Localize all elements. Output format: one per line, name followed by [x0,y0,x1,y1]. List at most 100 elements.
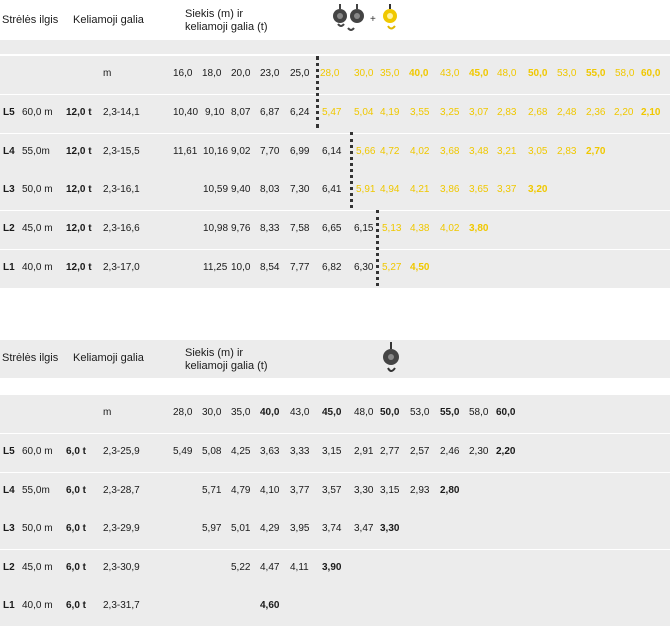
reach-value: 60,0 [496,407,516,418]
cell: 9,76 [231,223,251,234]
table1-row-L1: L1 40,0 m 12,0 t 2,3-17,0 11,25 10,0 8,5… [0,250,670,288]
reach-value: 50,0 [528,68,548,79]
pulley-hook-icon [383,342,399,372]
cell: 2,83 [497,107,517,118]
row-range: 2,3-17,0 [103,262,140,273]
cell: 3,95 [290,523,310,534]
table1-reach-row: m 16,0 18,0 20,0 23,0 25,0 28,0 30,0 35,… [0,56,670,94]
cell: 3,15 [322,446,342,457]
reach-value: 48,0 [354,407,374,418]
reach-value: 43,0 [290,407,310,418]
reach-value: 53,0 [557,68,577,79]
table2-reach-row: m 28,0 30,0 35,0 40,0 43,0 45,0 48,0 50,… [0,395,670,433]
table1-row-L2: L2 45,0 m 12,0 t 2,3-16,6 10,98 9,76 8,3… [0,211,670,249]
cell: 5,66 [356,146,376,157]
cell: 4,21 [410,184,430,195]
table1-row-L4: L4 55,0m 12,0 t 2,3-15,5 11,61 10,16 9,0… [0,134,670,172]
cell: 2,10 [641,107,661,118]
cell: 5,91 [356,184,376,195]
pulley-hook-icon [347,4,364,31]
plus-sign: + [370,14,376,25]
header-boom-length: Strėlės ilgis [2,352,59,364]
reach-value: 50,0 [380,407,400,418]
table2-row-L3: L3 50,0 m 6,0 t 2,3-29,9 5,97 5,01 4,29 … [0,511,670,549]
cell: 3,33 [290,446,310,457]
reach-value: 55,0 [586,68,606,79]
row-code: L5 [3,107,15,118]
cell: 9,40 [231,184,251,195]
cell: 7,77 [290,262,310,273]
cell: 3,05 [528,146,548,157]
reach-value: 58,0 [469,407,489,418]
row-code: L3 [3,523,15,534]
cell: 10,16 [203,146,229,157]
row-code: L4 [3,485,15,496]
boom-length: 55,0m [22,146,50,157]
cell: 3,55 [410,107,430,118]
reach-value: 25,0 [290,68,310,79]
cell: 5,97 [202,523,222,534]
cell: 4,79 [231,485,251,496]
cell: 4,94 [380,184,400,195]
row-code: L1 [3,262,15,273]
row-range: 2,3-28,7 [103,485,140,496]
cell: 6,65 [322,223,342,234]
cell: 6,30 [354,262,374,273]
cell: 5,01 [231,523,251,534]
reach-value: 28,0 [320,68,340,79]
reach-value: 28,0 [173,407,193,418]
cell: 4,11 [290,562,309,573]
row-load: 6,0 t [66,523,87,534]
unit-label: m [103,407,112,418]
reach-value: 18,0 [202,68,222,79]
cell: 3,57 [322,485,342,496]
cell: 3,30 [380,523,400,534]
cell: 6,99 [290,146,310,157]
cell: 4,25 [231,446,251,457]
cell: 7,58 [290,223,310,234]
cell: 11,25 [203,262,228,273]
boom-length: 45,0 m [22,223,53,234]
reach-value: 43,0 [440,68,460,79]
cell: 3,80 [469,223,489,234]
table2-row-L1: L1 40,0 m 6,0 t 2,3-31,7 4,60 [0,588,670,626]
cell: 5,49 [173,446,193,457]
dotted-separator [350,132,356,208]
row-code: L1 [3,600,15,611]
reach-value: 40,0 [260,407,280,418]
reach-value: 23,0 [260,68,280,79]
row-code: L5 [3,446,15,457]
reach-value: 30,0 [354,68,374,79]
cell: 5,22 [231,562,251,573]
reach-value: 40,0 [409,68,429,79]
cell: 3,77 [290,485,310,496]
cell: 5,04 [354,107,374,118]
table2-row-L4: L4 55,0m 6,0 t 2,3-28,7 5,71 4,79 4,10 3… [0,473,670,511]
boom-length: 40,0 m [22,600,53,611]
table1-row-L3: L3 50,0 m 12,0 t 2,3-16,1 10,59 9,40 8,0… [0,172,670,210]
cell: 4,10 [260,485,280,496]
row-range: 2,3-30,9 [103,562,140,573]
table1-spacer [0,40,670,54]
row-load: 12,0 t [66,107,92,118]
cell: 6,82 [322,262,342,273]
cell: 3,25 [440,107,460,118]
reach-value: 48,0 [497,68,517,79]
cell: 2,93 [410,485,430,496]
header-capacity: Keliamoji galia [73,352,144,364]
cell: 3,07 [469,107,489,118]
row-code: L2 [3,562,15,573]
cell: 8,03 [260,184,280,195]
row-load: 6,0 t [66,485,87,496]
cell: 6,14 [322,146,342,157]
cell: 2,30 [469,446,489,457]
boom-length: 60,0 m [22,107,53,118]
cell: 2,80 [440,485,460,496]
reach-value: 45,0 [322,407,342,418]
cell: 3,15 [380,485,400,496]
cell: 4,02 [410,146,430,157]
boom-length: 45,0 m [22,562,53,573]
cell: 3,21 [497,146,517,157]
table2-row-L5: L5 60,0 m 6,0 t 2,3-25,9 5,49 5,08 4,25 … [0,434,670,472]
cell: 10,0 [231,262,251,273]
